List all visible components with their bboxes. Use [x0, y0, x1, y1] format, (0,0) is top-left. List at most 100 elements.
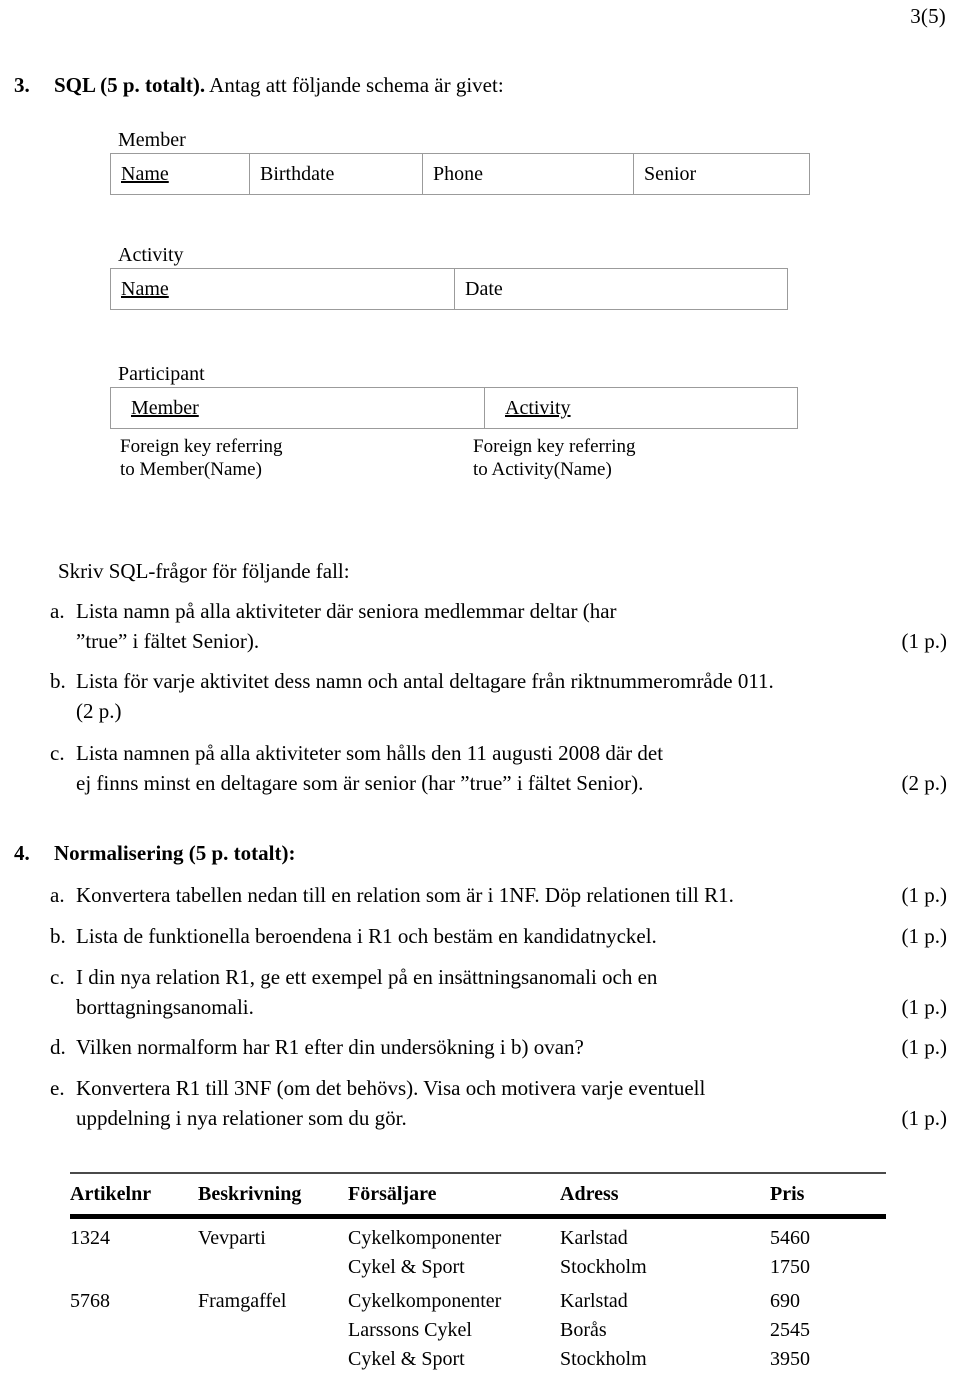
question-body: I din nya relation R1, ge ett exempel på…	[76, 962, 947, 1022]
table-header-row: Artikelnr Beskrivning Försäljare Adress …	[70, 1174, 886, 1214]
question-item-sql-b: b. Lista för varje aktivitet dess namn o…	[50, 666, 947, 726]
question-line: uppdelning i nya relationer som du gör.(…	[76, 1103, 947, 1133]
points-label: (1 p.)	[901, 1106, 948, 1130]
list-marker: a.	[50, 883, 65, 907]
cell-beskrivning: Vevparti	[198, 1227, 266, 1249]
list-marker: b.	[50, 924, 66, 948]
data-table: Artikelnr Beskrivning Försäljare Adress …	[70, 1174, 886, 1214]
question-body: Konvertera R1 till 3NF (om det behövs). …	[76, 1073, 947, 1133]
question-line: Konvertera R1 till 3NF (om det behövs). …	[76, 1076, 706, 1100]
table-row: Name Date	[110, 268, 788, 310]
question-body: Lista namn på alla aktiviteter där senio…	[76, 596, 947, 656]
section-title-rest: Antag att följande schema är givet:	[205, 73, 504, 97]
question-line: I din nya relation R1, ge ett exempel på…	[76, 965, 658, 989]
foreign-key-notes: Foreign key referring to Member(Name) Fo…	[110, 435, 798, 481]
cell-adress: Karlstad	[560, 1227, 628, 1249]
table-row: Larssons Cykel Borås 2545	[70, 1316, 886, 1345]
question-item-sql-c: c. Lista namnen på alla aktiviteter som …	[50, 738, 947, 798]
document-page: 3(5) 3. SQL (5 p. totalt). Antag att följ…	[0, 0, 960, 1370]
column-header-pris: Pris	[770, 1183, 805, 1205]
points-label: (1 p.)	[901, 629, 948, 653]
sql-intro-text: Skriv SQL-frågor för följande fall:	[58, 559, 350, 583]
question-item-norm-a: a. Konvertera tabellen nedan till en rel…	[50, 880, 947, 910]
cell-artikelnr: 1324	[70, 1227, 110, 1249]
section-heading-normalization: 4. Normalisering (5 p. totalt):	[14, 840, 944, 866]
fk-note-member: Foreign key referring to Member(Name)	[120, 436, 283, 480]
question-line: Lista för varje aktivitet dess namn och …	[76, 669, 774, 693]
list-marker: d.	[50, 1035, 66, 1059]
question-line: Lista de funktionella beroendena i R1 oc…	[76, 921, 947, 951]
question-line: (2 p.)	[76, 699, 122, 723]
question-body: Lista de funktionella beroendena i R1 oc…	[76, 921, 947, 951]
points-label: (2 p.)	[901, 771, 948, 795]
schema-cell-activity: Activity	[484, 387, 798, 429]
cell-artikelnr	[70, 1253, 198, 1282]
schema-cell-birthdate: Birthdate	[249, 153, 423, 195]
schema-block-member: Member Name Birthdate Phone Senior	[110, 128, 810, 195]
question-line: Lista namn på alla aktiviteter där senio…	[76, 599, 617, 623]
schema-cell-name: Name	[110, 268, 455, 310]
column-header-beskrivning: Beskrivning	[198, 1183, 302, 1205]
list-marker: b.	[50, 669, 66, 693]
table-row: Name Birthdate Phone Senior	[110, 153, 810, 195]
question-body: Lista namnen på alla aktiviteter som hål…	[76, 738, 947, 798]
question-line: Konvertera tabellen nedan till en relati…	[76, 880, 947, 910]
schema-cell-senior: Senior	[633, 153, 810, 195]
cell-pris: 690	[770, 1290, 800, 1312]
question-line: borttagningsanomali. (1 p.)	[76, 992, 947, 1022]
section-title-bold: Normalisering (5 p. totalt):	[54, 841, 296, 865]
question-line: Lista namnen på alla aktiviteter som hål…	[76, 741, 664, 765]
points-label: (1 p.)	[901, 1035, 948, 1059]
schema-block-participant: Participant Member Activity Foreign key …	[110, 362, 798, 481]
cell-adress: Karlstad	[560, 1290, 628, 1312]
schema-table-member: Name Birthdate Phone Senior	[110, 153, 810, 195]
question-line: ”true” i fältet Senior). (1 p.)	[76, 626, 947, 656]
article-data-table: Artikelnr Beskrivning Försäljare Adress …	[70, 1172, 886, 1374]
column-header-forsaljare: Försäljare	[348, 1183, 437, 1205]
schema-cell-date: Date	[454, 268, 788, 310]
list-marker: a.	[50, 599, 65, 623]
question-body: Vilken normalform har R1 efter din under…	[76, 1032, 947, 1062]
schema-label-activity: Activity	[118, 244, 184, 266]
question-body: Konvertera tabellen nedan till en relati…	[76, 880, 947, 910]
table-body: 1324 Vevparti Cykelkomponenter Karlstad …	[70, 1219, 886, 1374]
question-item-sql-a: a. Lista namn på alla aktiviteter där se…	[50, 596, 947, 656]
table-row: Member Activity	[110, 387, 798, 429]
points-label: (1 p.)	[901, 995, 948, 1019]
schema-block-activity: Activity Name Date	[110, 243, 788, 310]
table-header: Artikelnr Beskrivning Försäljare Adress …	[70, 1174, 886, 1214]
table-row: Cykel & Sport Stockholm 1750	[70, 1253, 886, 1282]
list-marker: e.	[50, 1076, 65, 1100]
question-body: Lista för varje aktivitet dess namn och …	[76, 666, 947, 726]
section-heading-sql: 3. SQL (5 p. totalt). Antag att följande …	[14, 72, 944, 98]
column-header-adress: Adress	[560, 1183, 619, 1205]
cell-beskrivning: Framgaffel	[198, 1290, 287, 1312]
cell-pris: 2545	[770, 1319, 810, 1341]
cell-beskrivning	[198, 1316, 348, 1345]
list-marker: c.	[50, 965, 65, 989]
question-line: Vilken normalform har R1 efter din under…	[76, 1032, 947, 1062]
cell-artikelnr	[70, 1316, 198, 1345]
section-number: 3.	[14, 73, 30, 97]
schema-label-participant: Participant	[118, 363, 205, 385]
question-item-norm-e: e. Konvertera R1 till 3NF (om det behövs…	[50, 1073, 947, 1133]
table-row: 5768 Framgaffel Cykelkomponenter Karlsta…	[70, 1282, 886, 1316]
schema-cell-member: Member	[110, 387, 485, 429]
cell-forsaljare: Cykelkomponenter	[348, 1227, 502, 1249]
schema-table-participant: Member Activity	[110, 387, 798, 429]
question-line: ej finns minst en deltagare som är senio…	[76, 768, 947, 798]
schema-table-activity: Name Date	[110, 268, 788, 310]
fk-note-activity: Foreign key referring to Activity(Name)	[473, 436, 636, 480]
cell-adress: Stockholm	[560, 1256, 647, 1278]
schema-cell-name: Name	[110, 153, 250, 195]
section-number: 4.	[14, 841, 30, 865]
points-label: (1 p.)	[901, 924, 948, 948]
cell-beskrivning	[198, 1253, 348, 1282]
cell-forsaljare: Cykel & Sport	[348, 1256, 465, 1278]
cell-forsaljare: Cykelkomponenter	[348, 1290, 502, 1312]
data-table-body: 1324 Vevparti Cykelkomponenter Karlstad …	[70, 1219, 886, 1374]
list-marker: c.	[50, 741, 65, 765]
schema-cell-phone: Phone	[422, 153, 634, 195]
cell-pris: 5460	[770, 1227, 810, 1249]
cell-adress: Borås	[560, 1319, 607, 1341]
